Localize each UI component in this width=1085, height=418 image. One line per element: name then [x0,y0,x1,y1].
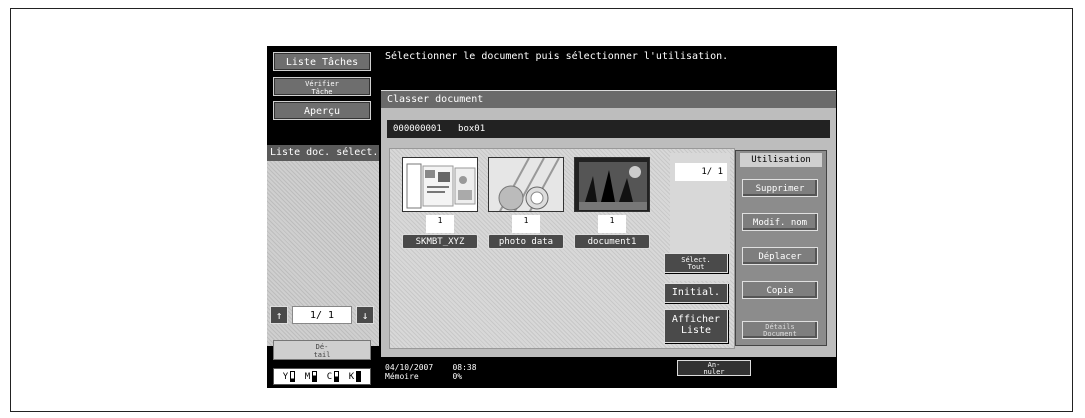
box-number: 000000001 [393,124,442,134]
page-count: 1 [598,215,626,233]
left-column: Liste Tâches Vérifier Tâche Aperçu Liste… [267,46,379,388]
instruction-message: Sélectionner le document puis sélectionn… [381,46,837,86]
utilisation-header: Utilisation [740,153,822,167]
memory-label: Mémoire [385,372,419,381]
box-name: box01 [458,124,486,134]
box-document-area: Classer document 000000001 box01 1 SKMBT… [381,90,836,357]
document-thumbnail [402,157,478,212]
toner-y: Y [282,371,296,382]
list-pager: ↑ 1/ 1 ↓ [270,306,376,324]
toner-k: K [348,371,362,382]
selected-docs-header: Liste doc. sélect. [267,145,379,161]
toner-c: C [326,371,340,382]
status-footer: 04/10/2007 08:38 Mémoire 0% An- nuler [381,357,837,388]
toner-c-label: C [326,371,333,382]
box-header: Classer document [381,90,836,108]
toner-m-label: M [304,371,311,382]
document-name: photo data [488,234,564,249]
toner-m-bar [312,371,318,382]
toner-k-bar [356,371,362,382]
document-name: SKMBT_XYZ [402,234,478,249]
utilisation-panel: Utilisation Supprimer Modif. nom Déplace… [735,150,827,346]
arrow-up-icon[interactable]: ↑ [270,306,288,324]
document-item[interactable]: 1 photo data [488,157,564,249]
document-thumbnail [574,157,650,212]
memory-value: 0% [452,372,463,381]
toner-c-bar [334,371,340,382]
delete-button[interactable]: Supprimer [742,179,818,197]
cancel-button[interactable]: An- nuler [677,360,751,376]
time-label: 08:38 [452,363,477,372]
detail-button[interactable]: Dé- tail [273,340,371,360]
show-list-button[interactable]: Afficher Liste [664,309,728,343]
page-count: 1 [426,215,454,233]
page-indicator: 1/ 1 [675,163,727,181]
toner-k-label: K [348,371,355,382]
toner-y-label: Y [282,371,289,382]
pager-count: 1/ 1 [292,306,352,324]
copy-button[interactable]: Copie [742,281,818,299]
initial-button[interactable]: Initial. [664,283,728,303]
toner-levels: Y M C K [273,368,371,385]
job-list-button[interactable]: Liste Tâches [273,52,371,71]
select-all-button[interactable]: Sélect. Tout [664,253,728,273]
document-name: document1 [574,234,650,249]
rename-button[interactable]: Modif. nom [742,213,818,231]
toner-y-bar [290,371,296,382]
document-item[interactable]: 1 document1 [574,157,650,249]
document-item[interactable]: 1 SKMBT_XYZ [402,157,478,249]
status-info: 04/10/2007 08:38 Mémoire 0% [385,363,477,381]
preview-button[interactable]: Aperçu [273,101,371,120]
page-count: 1 [512,215,540,233]
document-thumbnail [488,157,564,212]
document-grid: 1 SKMBT_XYZ 1 photo data 1 document1 1/ … [389,148,735,349]
date-label: 04/10/2007 [385,363,434,372]
arrow-down-icon[interactable]: ↓ [356,306,374,324]
toner-m: M [304,371,318,382]
box-info-bar: 000000001 box01 [387,120,830,138]
move-button[interactable]: Déplacer [742,247,818,265]
check-job-button[interactable]: Vérifier Tâche [273,77,371,96]
document-details-button[interactable]: Détails Document [742,321,818,339]
